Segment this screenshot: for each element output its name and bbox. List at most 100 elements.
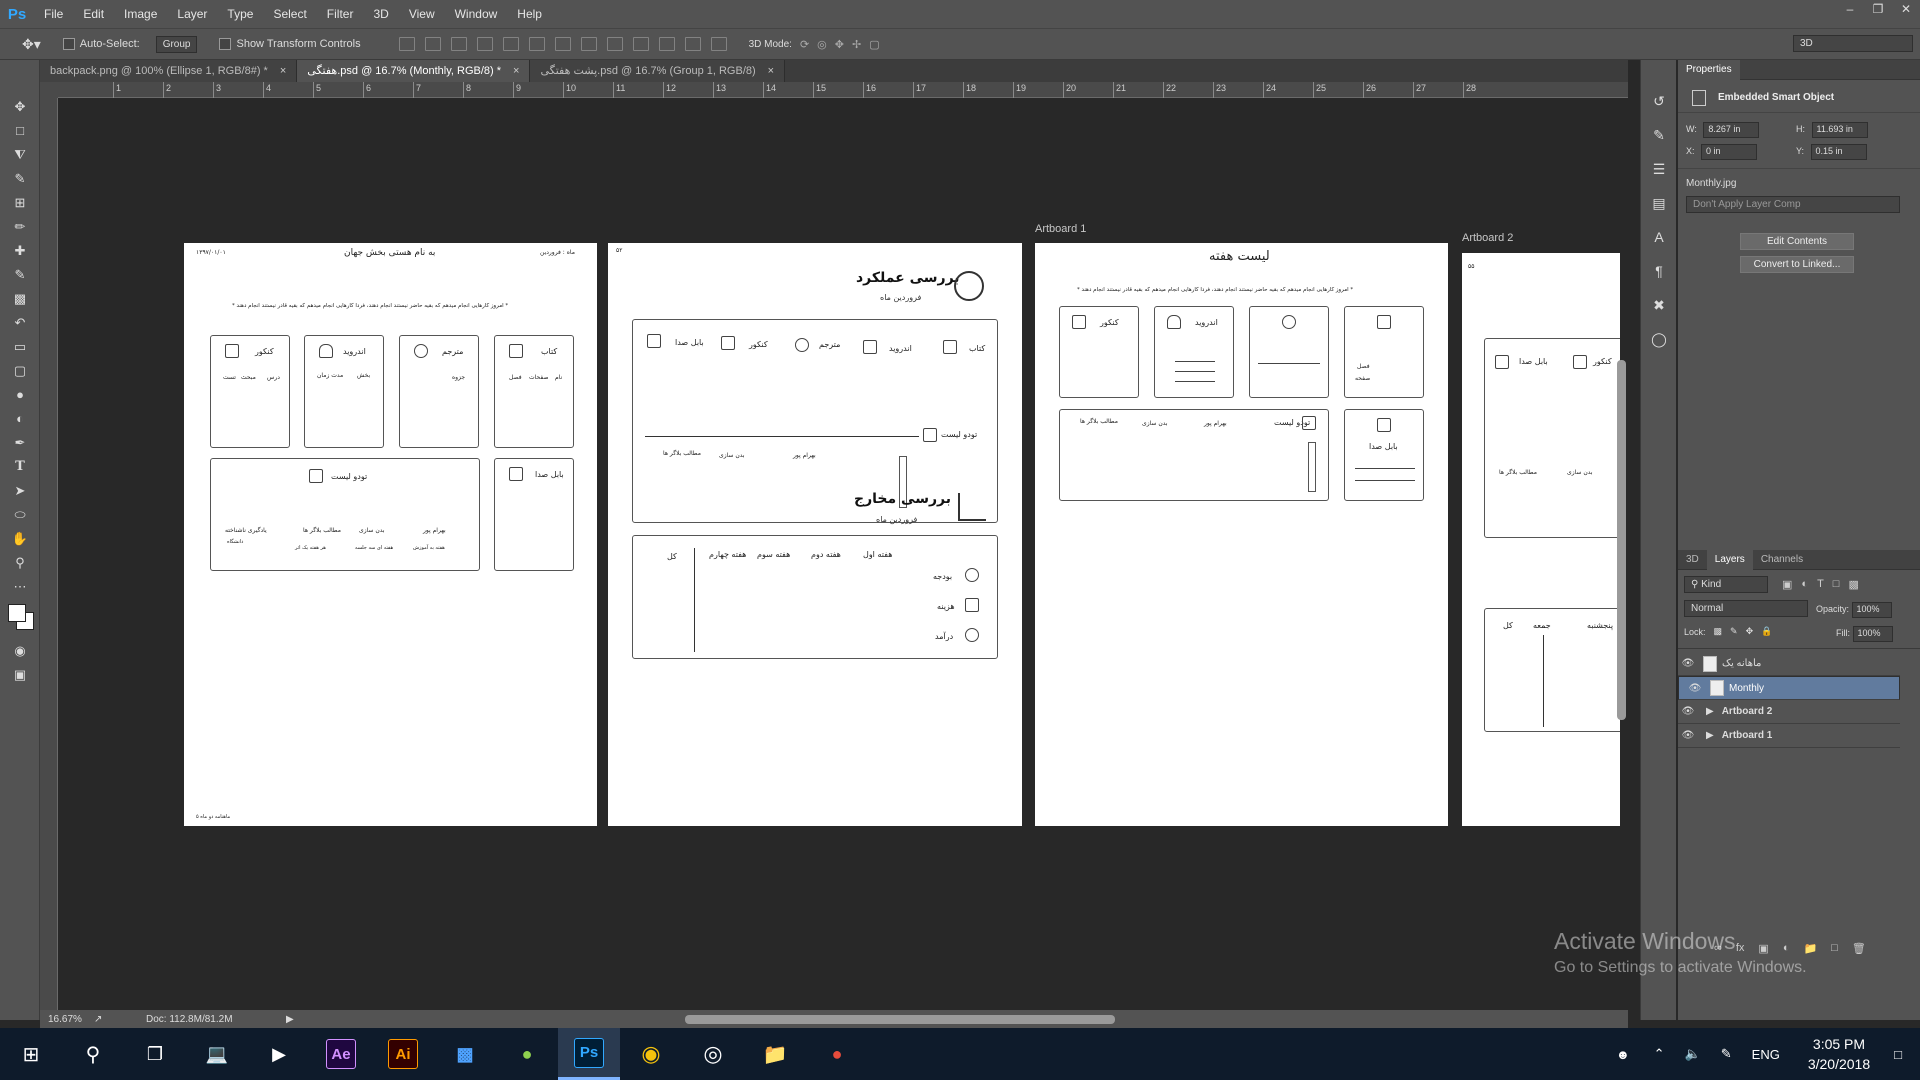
new-layer-icon[interactable]: □ — [1831, 942, 1838, 955]
gradient-tool-icon[interactable]: ▢ — [7, 360, 33, 382]
horizontal-scrollbar[interactable] — [685, 1015, 1115, 1024]
menu-view[interactable]: View — [399, 0, 445, 28]
taskbar-app-android-studio-icon[interactable]: ● — [496, 1028, 558, 1080]
taskbar-app-chrome-icon[interactable]: ◉ — [620, 1028, 682, 1080]
3d-pan-icon[interactable]: ✥ — [835, 38, 844, 51]
path-select-tool-icon[interactable]: ➤ — [7, 480, 33, 502]
align-center-icon[interactable] — [424, 37, 441, 51]
fill-input[interactable]: 100% — [1852, 626, 1893, 642]
brush-tool-icon[interactable]: ✎ — [7, 264, 33, 286]
blur-tool-icon[interactable]: ● — [7, 384, 33, 406]
layer-comp-select[interactable]: Don't Apply Layer Comp — [1686, 196, 1900, 213]
menu-filter[interactable]: Filter — [317, 0, 364, 28]
paragraph-panel-icon[interactable]: ¶ — [1648, 260, 1670, 282]
artboard-2[interactable]: ۵۵ بابل صدا کنکور بدن سازی مطالب بلاگر ه… — [1462, 253, 1620, 826]
visibility-eye-icon[interactable]: 👁 — [1678, 730, 1698, 741]
delete-layer-icon[interactable]: 🗑 — [1852, 942, 1866, 955]
taskbar-app-psiphon-icon[interactable]: ● — [806, 1028, 868, 1080]
tab-close-icon[interactable]: × — [513, 65, 519, 77]
taskbar-app-illustrator[interactable]: Ai — [372, 1028, 434, 1080]
close-icon[interactable]: ✕ — [1892, 0, 1920, 20]
distribute-middle-icon[interactable] — [580, 37, 597, 51]
align-middle-icon[interactable] — [502, 37, 519, 51]
menu-file[interactable]: File — [34, 0, 73, 28]
visibility-eye-icon[interactable]: 👁 — [1678, 658, 1698, 669]
menu-window[interactable]: Window — [445, 0, 508, 28]
eraser-tool-icon[interactable]: ▭ — [7, 336, 33, 358]
expand-arrow-icon[interactable]: ▶ — [1706, 706, 1714, 717]
tab-3d[interactable]: 3D — [1678, 550, 1707, 570]
taskbar-app-media-player-icon[interactable]: ◎ — [682, 1028, 744, 1080]
distribute-top-icon[interactable] — [554, 37, 571, 51]
character-panel-icon[interactable]: A — [1648, 226, 1670, 248]
lasso-tool-icon[interactable]: ⧨ — [7, 144, 33, 166]
search-icon[interactable]: ⚲ — [62, 1028, 124, 1080]
menu-3d[interactable]: 3D — [363, 0, 398, 28]
canvas-area[interactable]: ۱۳۹۷/۰۱/۰۱ به نام هستی بخش جهان ماه : فر… — [58, 98, 1628, 1010]
group-select[interactable]: Group — [155, 35, 198, 53]
tab-weekly[interactable]: هفتگی.psd @ 16.7% (Monthly, RGB/8) * × — [297, 60, 531, 82]
tab-close-icon[interactable]: × — [280, 65, 286, 77]
taskbar-app-after-effects[interactable]: Ae — [310, 1028, 372, 1080]
history-panel-icon[interactable]: ↺ — [1648, 90, 1670, 112]
pen-tool-icon[interactable]: ✒ — [7, 432, 33, 454]
language-indicator[interactable]: ENG — [1752, 1047, 1780, 1062]
artboard-1-label[interactable]: Artboard 1 — [1035, 223, 1086, 235]
taskbar-app-camtasia-icon[interactable]: ▶ — [248, 1028, 310, 1080]
artboard-monthly[interactable]: ۱۳۹۷/۰۱/۰۱ به نام هستی بخش جهان ماه : فر… — [184, 243, 597, 826]
lock-move-icon[interactable]: ✥ — [1746, 626, 1754, 637]
edit-contents-button[interactable]: Edit Contents — [1740, 233, 1854, 250]
taskbar-app-photoshop[interactable]: Ps — [558, 1028, 620, 1080]
tray-chevron-icon[interactable]: ⌃ — [1654, 1046, 1665, 1062]
artboard-2-label[interactable]: Artboard 2 — [1462, 232, 1513, 244]
3d-slide-icon[interactable]: ✢ — [852, 38, 861, 51]
restore-icon[interactable]: ❐ — [1864, 0, 1892, 20]
layer-row-selected[interactable]: 👁 Monthly — [1678, 676, 1900, 700]
hand-tool-icon[interactable]: ✋ — [7, 528, 33, 550]
pixel-filter-icon[interactable]: ▣ — [1782, 578, 1792, 591]
tab-close-icon[interactable]: × — [768, 65, 774, 77]
smart-filter-icon[interactable]: ▩ — [1848, 578, 1858, 591]
workspace-select[interactable]: 3D — [1793, 35, 1913, 52]
pen-icon[interactable]: ✎ — [1721, 1046, 1732, 1062]
distribute-left-icon[interactable] — [632, 37, 649, 51]
zoom-level[interactable]: 16.67% — [48, 1014, 94, 1025]
kind-filter-select[interactable]: ⚲ Kind — [1684, 576, 1768, 593]
color-swatches[interactable] — [6, 602, 34, 636]
type-filter-icon[interactable]: T — [1817, 578, 1824, 591]
taskbar-app-file-explorer-icon[interactable]: 📁 — [744, 1028, 806, 1080]
history-brush-icon[interactable]: ↶ — [7, 312, 33, 334]
convert-to-linked-button[interactable]: Convert to Linked... — [1740, 256, 1854, 273]
tab-channels[interactable]: Channels — [1753, 550, 1811, 570]
y-input[interactable]: 0.15 in — [1810, 144, 1867, 160]
blend-mode-select[interactable]: Normal — [1684, 600, 1808, 617]
visibility-eye-icon[interactable]: 👁 — [1678, 706, 1698, 717]
auto-select-checkbox[interactable]: Auto-Select: — [62, 38, 140, 51]
menu-help[interactable]: Help — [507, 0, 552, 28]
align-bottom-icon[interactable] — [528, 37, 545, 51]
distribute-right-icon[interactable] — [684, 37, 701, 51]
edit-toolbar-icon[interactable]: ⋯ — [7, 576, 33, 598]
tools-preset-icon[interactable]: ✖ — [1648, 294, 1670, 316]
stamp-tool-icon[interactable]: ▩ — [7, 288, 33, 310]
quick-mask-icon[interactable]: ◉ — [7, 640, 33, 662]
quick-select-tool-icon[interactable]: ✎ — [7, 168, 33, 190]
clock[interactable]: 3:05 PM 3/20/2018 — [1808, 1034, 1870, 1074]
layer-row-artboard[interactable]: 👁 ▶ Artboard 1 — [1678, 724, 1900, 748]
status-menu-arrow-icon[interactable]: ▶ — [286, 1014, 294, 1025]
eyedropper-tool-icon[interactable]: ✏ — [7, 216, 33, 238]
auto-align-icon[interactable] — [710, 37, 727, 51]
move-tool-icon[interactable]: ✥▾ — [22, 36, 41, 53]
task-view-icon[interactable]: ❐ — [124, 1028, 186, 1080]
expand-arrow-icon[interactable]: ▶ — [1706, 730, 1714, 741]
minimize-icon[interactable]: – — [1836, 0, 1864, 20]
tab-properties[interactable]: Properties — [1678, 59, 1740, 80]
layer-row[interactable]: 👁 ماهانه یک — [1678, 652, 1900, 676]
height-input[interactable]: 11.693 in — [1811, 122, 1868, 138]
3d-roll-icon[interactable]: ◎ — [817, 38, 827, 51]
tab-layers[interactable]: Layers — [1706, 549, 1753, 570]
align-top-icon[interactable] — [476, 37, 493, 51]
type-tool-icon[interactable]: T — [7, 456, 33, 478]
artboard-performance[interactable]: ۵۲ بررسی عملکرد فروردین ماه کتاب اندروید… — [608, 243, 1022, 826]
3d-scale-icon[interactable]: ▢ — [869, 38, 879, 51]
